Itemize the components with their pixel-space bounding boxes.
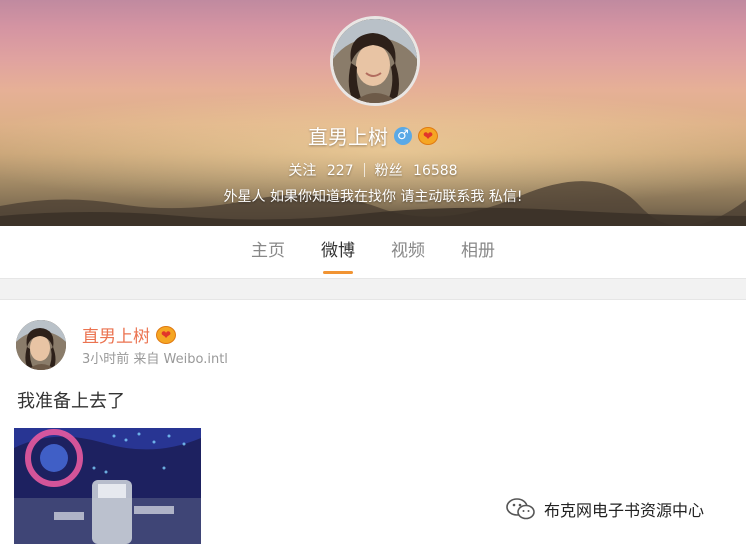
profile-cover: 直男上树 ♂ ❤ 关注 227 粉丝 16588 外星人 如果你知道我在找你 请… (0, 0, 746, 226)
profile-bio: 外星人 如果你知道我在找你 请主动联系我 私信! (223, 189, 523, 205)
vip-badge-icon[interactable]: ❤ (156, 325, 176, 344)
fans-label: 粉丝 (374, 163, 403, 179)
fans-stat[interactable]: 粉丝 16588 (375, 160, 458, 180)
following-label: 关注 (288, 163, 317, 179)
watermark-text: 布克网电子书资源中心 (544, 501, 705, 520)
profile-avatar[interactable] (330, 16, 420, 106)
tab-album[interactable]: 相册 (443, 226, 513, 278)
post-meta: 3小时前 来自 Weibo.intl (82, 352, 228, 367)
post-author-avatar[interactable] (16, 320, 66, 370)
wechat-icon (506, 498, 535, 520)
profile-name-row: 直男上树 ♂ ❤ (0, 121, 746, 150)
fans-count: 16588 (413, 163, 458, 179)
male-gender-icon: ♂ (394, 126, 412, 145)
tab-weibo[interactable]: 微博 (303, 226, 373, 278)
post-image[interactable] (14, 428, 201, 544)
profile-tabs: 主页 微博 视频 相册 (0, 226, 746, 279)
following-count: 227 (326, 163, 354, 179)
vip-badge-icon[interactable]: ❤ (418, 126, 438, 145)
post-text: 我准备上去了 (17, 391, 125, 412)
tab-home[interactable]: 主页 (233, 226, 303, 278)
profile-stats: 关注 227 粉丝 16588 (0, 160, 746, 180)
following-stat[interactable]: 关注 227 (288, 160, 353, 180)
watermark: 布克网电子书资源中心 (506, 496, 704, 522)
post-author-row: 直男上树 ❤ (82, 322, 176, 347)
stats-divider (363, 163, 365, 177)
post-author-name[interactable]: 直男上树 (82, 322, 150, 347)
tab-video[interactable]: 视频 (373, 226, 443, 278)
profile-name[interactable]: 直男上树 (308, 121, 388, 150)
